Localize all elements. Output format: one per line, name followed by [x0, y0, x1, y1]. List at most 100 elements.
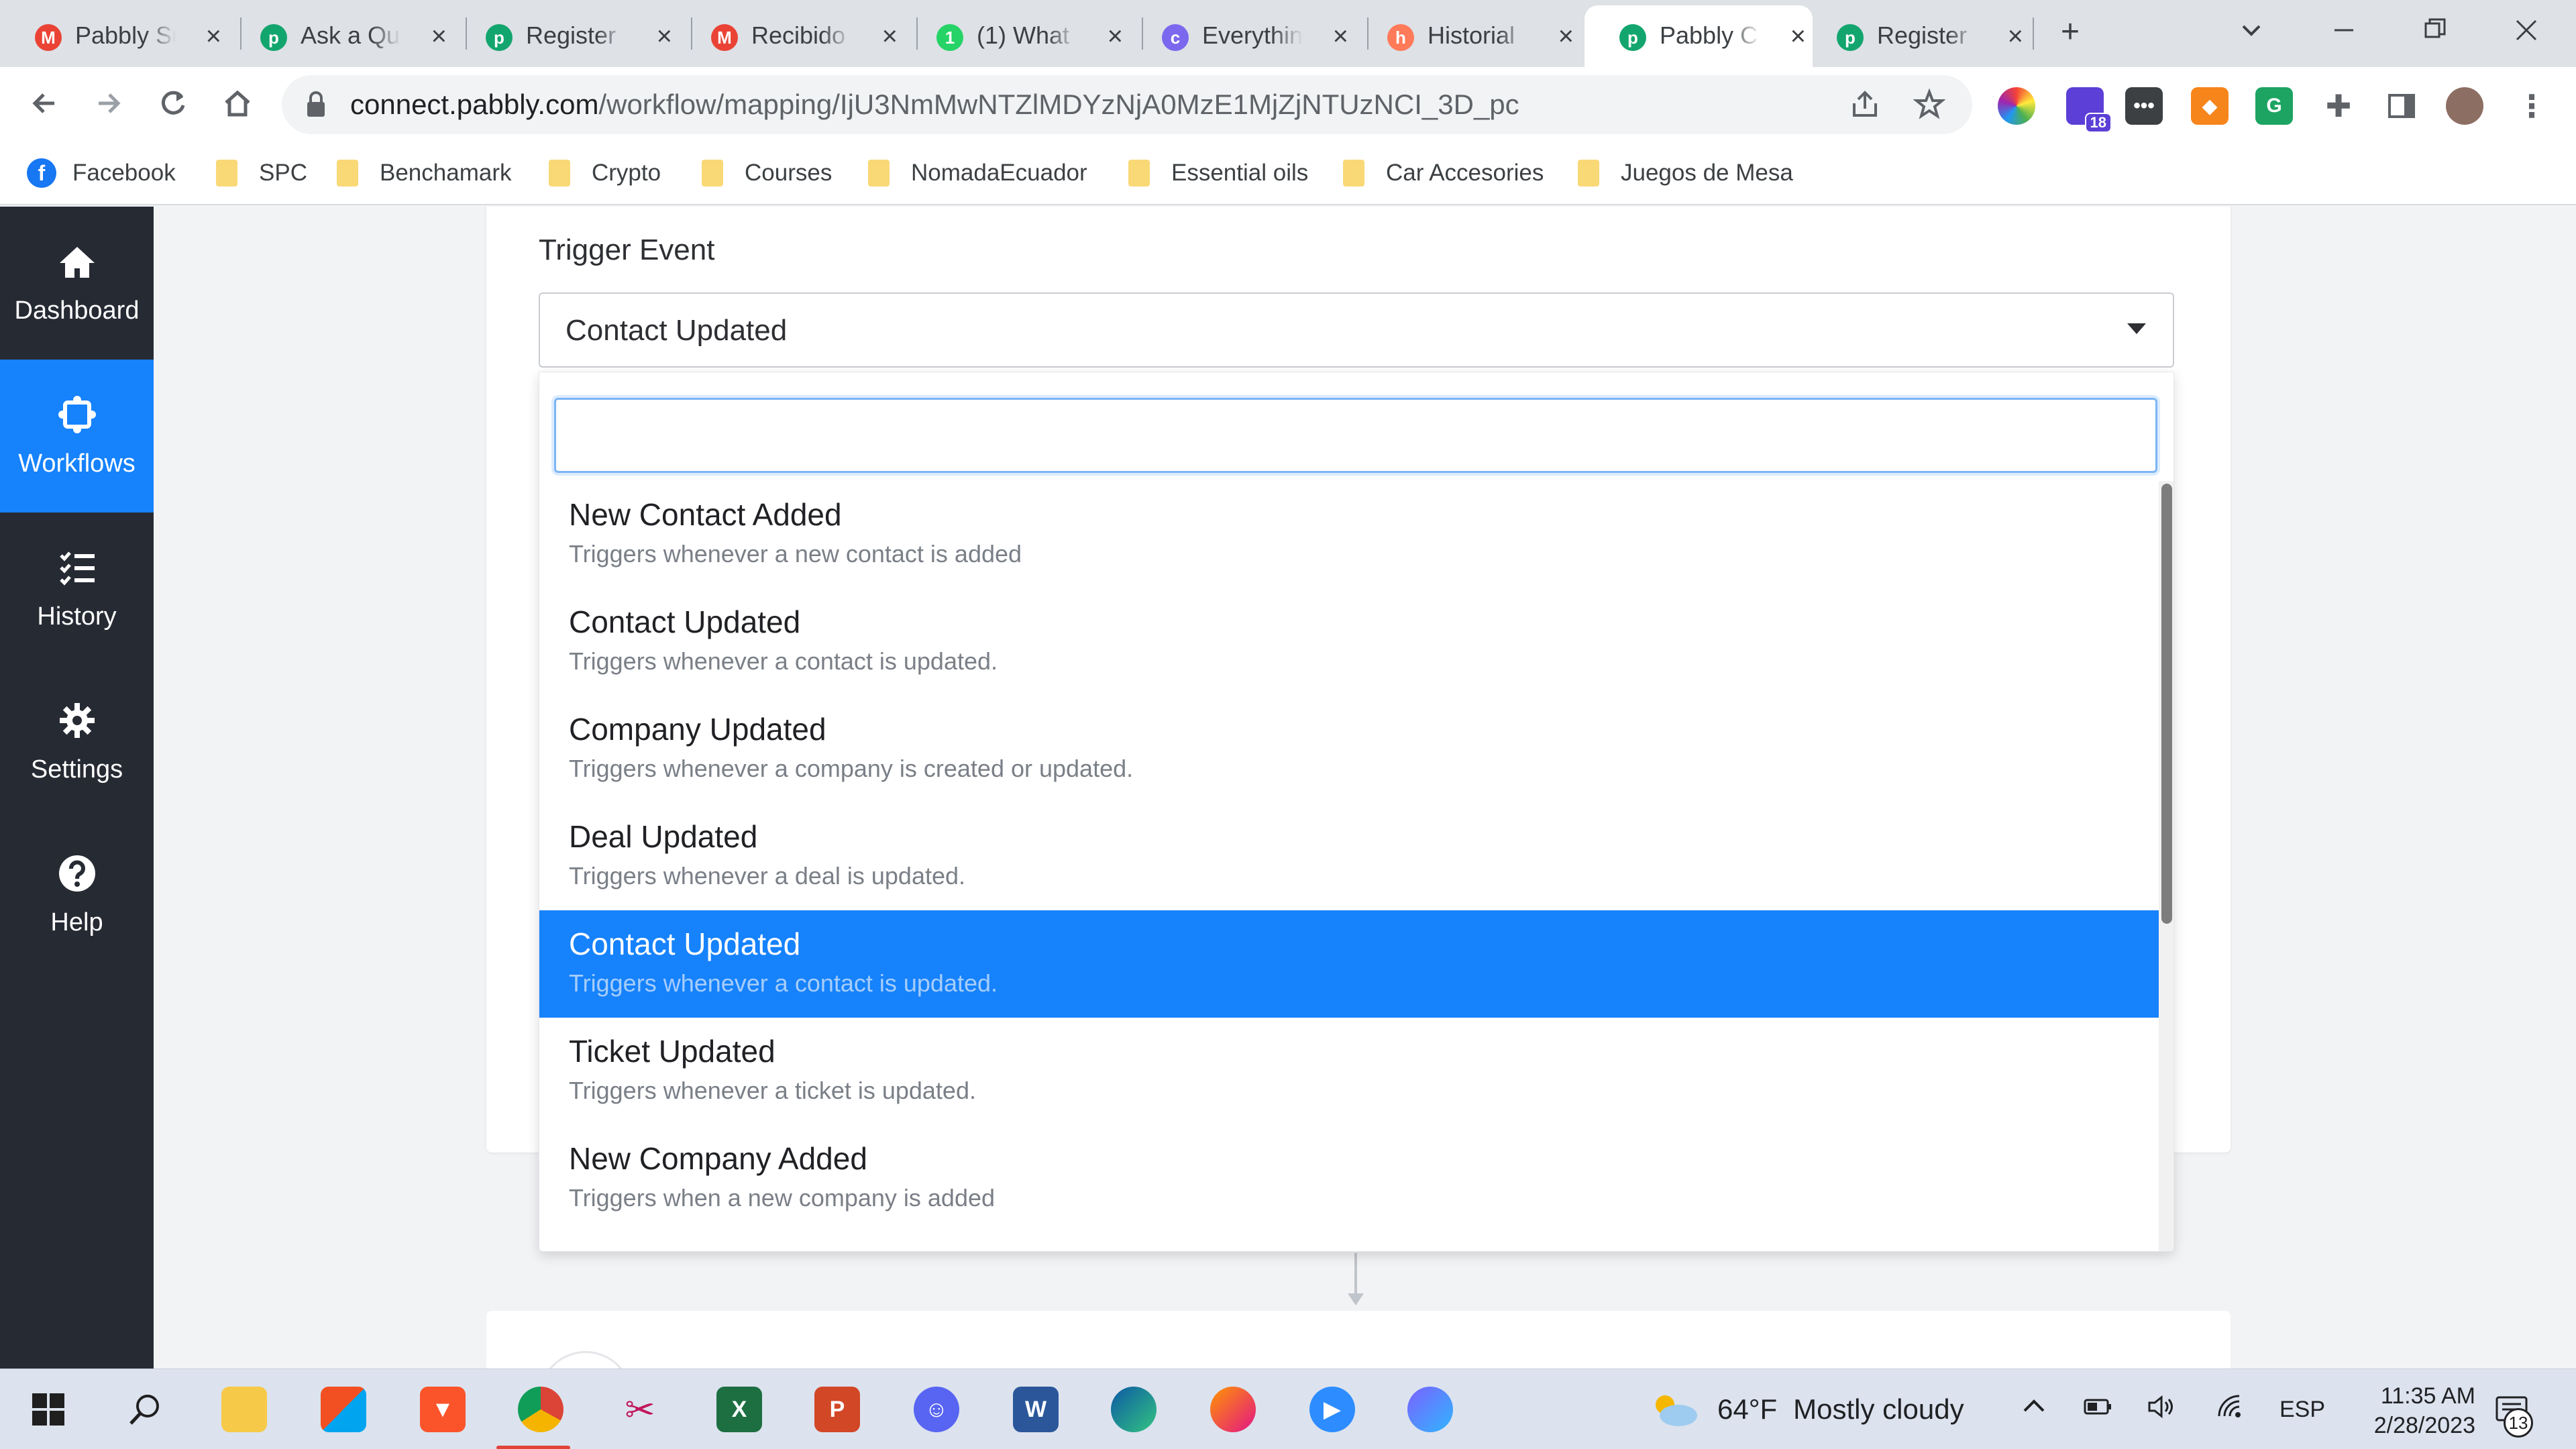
minimize-icon[interactable]: [2330, 12, 2357, 52]
restore-icon[interactable]: [2422, 12, 2449, 52]
dots-extension-icon[interactable]: •••: [2125, 87, 2163, 125]
bookmark-label: Benchamark: [380, 160, 512, 186]
chevron-up-icon[interactable]: [2019, 1392, 2049, 1430]
discord-icon[interactable]: ☺: [914, 1387, 959, 1432]
close-icon[interactable]: ×: [206, 23, 221, 50]
sidebar-item-workflows[interactable]: Workflows: [0, 360, 154, 513]
bookmark-folder[interactable]: NomadaEcuador: [868, 154, 1087, 192]
bookmark-folder[interactable]: Car Accesories: [1343, 154, 1544, 192]
volume-icon[interactable]: [2145, 1392, 2178, 1430]
metamask-icon[interactable]: ◆: [2191, 87, 2229, 125]
bookmark-folder[interactable]: Essential oils: [1128, 154, 1308, 192]
share-icon[interactable]: [1849, 89, 1881, 126]
file-explorer-icon[interactable]: [221, 1387, 267, 1432]
sidebar-item-history[interactable]: History: [0, 513, 154, 665]
color-wheel-extension-icon[interactable]: [1998, 87, 2035, 125]
windows-start-icon[interactable]: [25, 1387, 71, 1432]
snipping-tool-icon[interactable]: ✂: [617, 1387, 663, 1432]
sidebar-item-label: Dashboard: [14, 296, 140, 325]
system-clock[interactable]: 11:35 AM 2/28/2023: [2328, 1381, 2475, 1440]
puzzle-icon[interactable]: ✚: [2320, 87, 2357, 125]
url-text[interactable]: connect.pabbly.com/workflow/mapping/IjU3…: [350, 87, 1519, 122]
close-icon[interactable]: ×: [2008, 23, 2023, 50]
browser-tab[interactable]: p Register ×: [451, 5, 679, 67]
dropdown-search-input[interactable]: [554, 398, 2157, 473]
copilot-icon[interactable]: [1407, 1387, 1453, 1432]
dropdown-scrollbar-thumb[interactable]: [2161, 484, 2172, 924]
chrome-icon[interactable]: [518, 1387, 564, 1432]
search-icon[interactable]: [122, 1387, 168, 1432]
trigger-event-select[interactable]: Contact Updated: [539, 292, 2174, 368]
gmail-icon: M: [711, 24, 738, 51]
workflow-icon: [58, 395, 96, 433]
browser-tab[interactable]: p Ask a Qu ×: [225, 5, 453, 67]
zoom-icon[interactable]: ▶: [1309, 1387, 1355, 1432]
folder-icon: [337, 160, 358, 186]
sidebar-item-help[interactable]: Help: [0, 818, 154, 971]
folder-icon: [1578, 160, 1599, 186]
gear-icon: [59, 702, 95, 738]
close-window-icon[interactable]: [2513, 12, 2540, 52]
chevron-down-icon[interactable]: [2238, 13, 2265, 54]
word-icon[interactable]: W: [1013, 1387, 1059, 1432]
browser-tab-active[interactable]: p Pabbly C ×: [1585, 5, 1813, 67]
forward-icon[interactable]: [87, 82, 130, 125]
options-list: New Contact Added Triggers whenever a ne…: [539, 481, 2159, 1232]
option-new-contact-added[interactable]: New Contact Added Triggers whenever a ne…: [539, 481, 2159, 588]
browser-tab[interactable]: 1 (1) What ×: [902, 5, 1130, 67]
option-contact-updated[interactable]: Contact Updated Triggers whenever a cont…: [539, 588, 2159, 696]
wifi-icon[interactable]: [2215, 1392, 2247, 1430]
plus-icon[interactable]: +: [2061, 12, 2080, 52]
green-extension-icon[interactable]: G: [2255, 87, 2293, 125]
battery-icon[interactable]: [2082, 1392, 2114, 1430]
reload-icon[interactable]: [152, 82, 195, 125]
option-company-updated[interactable]: Company Updated Triggers whenever a comp…: [539, 696, 2159, 803]
close-icon[interactable]: ×: [1558, 23, 1574, 50]
browser-tab[interactable]: c Everythin ×: [1127, 5, 1355, 67]
star-icon[interactable]: [1913, 88, 1946, 126]
option-title: Contact Updated: [569, 604, 801, 639]
selected-value: Contact Updated: [566, 314, 788, 347]
option-ticket-updated[interactable]: Ticket Updated Triggers whenever a ticke…: [539, 1018, 2159, 1125]
pabbly-icon: p: [260, 24, 287, 51]
close-icon[interactable]: ×: [1333, 23, 1348, 50]
kebab-menu-icon[interactable]: ⋮: [2513, 87, 2551, 125]
browser-tab[interactable]: M Pabbly Su ×: [0, 5, 228, 67]
powerpoint-icon[interactable]: P: [814, 1387, 860, 1432]
bookmark-folder[interactable]: SPC: [216, 154, 307, 192]
sidebar-item-dashboard[interactable]: Dashboard: [0, 207, 154, 360]
graduation-cap-extension-icon[interactable]: 18: [2066, 87, 2112, 133]
browser-tab[interactable]: M Recibido ×: [676, 5, 904, 67]
option-deal-updated[interactable]: Deal Updated Triggers whenever a deal is…: [539, 803, 2159, 910]
firefox-icon[interactable]: [1210, 1387, 1256, 1432]
back-icon[interactable]: [23, 82, 66, 125]
option-description: Triggers when a new company is added: [569, 1184, 996, 1212]
weather-widget[interactable]: 64°F Mostly cloudy: [1650, 1389, 1964, 1430]
close-icon[interactable]: ×: [882, 23, 898, 50]
edge-icon[interactable]: [1111, 1387, 1157, 1432]
folder-icon: [549, 160, 570, 186]
bookmark-folder[interactable]: Benchamark: [337, 154, 511, 192]
language-indicator[interactable]: ESP: [2279, 1392, 2325, 1427]
close-icon[interactable]: ×: [1108, 23, 1123, 50]
browser-tab[interactable]: p Register ×: [1802, 5, 2030, 67]
option-new-company-added[interactable]: New Company Added Triggers when a new co…: [539, 1125, 2159, 1232]
brave-browser-icon[interactable]: ▼: [420, 1387, 466, 1432]
home-icon[interactable]: [216, 82, 259, 125]
sidebar-item-settings[interactable]: Settings: [0, 665, 154, 818]
url-path: /workflow/mapping/IjU3NmMwNTZlMDYzNjA0Mz…: [598, 89, 1519, 120]
microsoft-store-icon[interactable]: [321, 1387, 366, 1432]
side-panel-icon[interactable]: [2383, 87, 2420, 125]
excel-icon[interactable]: X: [716, 1387, 762, 1432]
address-bar[interactable]: connect.pabbly.com/workflow/mapping/IjU3…: [282, 75, 1972, 134]
bookmark-folder[interactable]: Courses: [702, 154, 832, 192]
bookmark-folder[interactable]: Crypto: [549, 154, 661, 192]
profile-avatar[interactable]: [2446, 87, 2483, 125]
browser-tab[interactable]: h Historial ×: [1352, 5, 1580, 67]
close-icon[interactable]: ×: [431, 23, 447, 50]
url-host: connect.pabbly.com: [350, 89, 599, 120]
close-icon[interactable]: ×: [657, 23, 672, 50]
bookmark-facebook[interactable]: f Facebook: [27, 154, 176, 192]
bookmark-folder[interactable]: Juegos de Mesa: [1578, 154, 1793, 192]
option-contact-updated-selected[interactable]: Contact Updated Triggers whenever a cont…: [539, 910, 2159, 1018]
